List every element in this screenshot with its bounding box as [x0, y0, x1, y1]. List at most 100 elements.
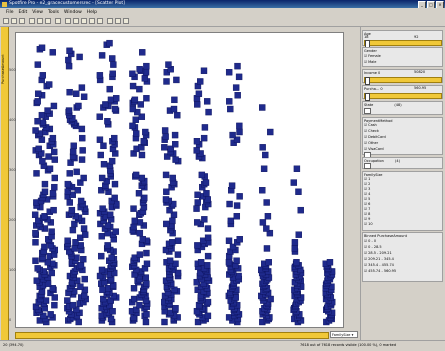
scatter-point[interactable]	[130, 223, 137, 231]
scatter-point[interactable]	[96, 113, 103, 120]
scatter-point[interactable]	[32, 239, 39, 246]
x-axis-slider[interactable]	[15, 332, 329, 339]
scatter-point[interactable]	[234, 92, 241, 99]
scatter-point[interactable]	[99, 286, 106, 294]
scatter-point[interactable]	[264, 213, 272, 220]
scatter-point[interactable]	[263, 199, 270, 206]
scatter-point[interactable]	[203, 98, 211, 105]
scatter-point[interactable]	[33, 170, 40, 177]
bin-checkbox[interactable]: 209.21 - 345.4	[364, 257, 394, 261]
scatter-point[interactable]	[235, 73, 243, 81]
scatter-point[interactable]	[200, 67, 208, 74]
scatter-point[interactable]	[68, 206, 76, 214]
income-range-slider[interactable]	[364, 77, 442, 85]
scatter-point[interactable]	[165, 61, 172, 68]
menu-edit[interactable]: Edit	[19, 10, 28, 15]
scatter-point[interactable]	[141, 194, 148, 202]
scatter-point[interactable]	[99, 205, 106, 212]
scatter-point[interactable]	[233, 257, 240, 264]
scatter-point[interactable]	[44, 107, 51, 114]
scatter-point[interactable]	[161, 127, 169, 134]
payment-debitcard-checkbox[interactable]: DebitCard	[364, 135, 386, 139]
scatter-point[interactable]	[162, 196, 170, 203]
scatter-point[interactable]	[48, 269, 55, 277]
scatter-point[interactable]	[236, 122, 243, 130]
scatter-point[interactable]	[130, 205, 137, 212]
scatter-point[interactable]	[77, 283, 84, 290]
scatter-point[interactable]	[142, 318, 150, 326]
scatter-point[interactable]	[136, 85, 143, 93]
age-range-slider[interactable]	[364, 40, 442, 48]
scatter-point[interactable]	[202, 179, 210, 186]
scatter-point[interactable]	[225, 259, 233, 266]
scatter-point[interactable]	[112, 228, 119, 235]
scatter-point[interactable]	[173, 76, 180, 84]
scatter-point[interactable]	[225, 237, 233, 244]
scatter-point[interactable]	[236, 128, 243, 136]
family-7-checkbox[interactable]: 7	[364, 207, 370, 211]
new-plot-icon[interactable]	[65, 18, 71, 24]
scatter-point[interactable]	[227, 105, 234, 113]
scatter-point[interactable]	[193, 147, 200, 154]
scatter-point[interactable]	[201, 124, 209, 131]
scatter-point[interactable]	[131, 96, 139, 104]
scatter-point[interactable]	[97, 151, 104, 159]
scatter-point[interactable]	[136, 65, 143, 73]
scatter-point[interactable]	[81, 231, 89, 238]
scatter-point[interactable]	[50, 148, 58, 156]
scatter-point[interactable]	[142, 128, 149, 136]
scatter-point[interactable]	[166, 257, 174, 264]
bin-checkbox[interactable]: 455.74 - 560.95	[364, 269, 396, 273]
window2-icon[interactable]	[115, 18, 121, 24]
scatter-point[interactable]	[75, 102, 82, 110]
scatter-point[interactable]	[162, 133, 169, 140]
scatter-point[interactable]	[172, 156, 179, 163]
table-icon[interactable]	[73, 18, 79, 24]
scatter-point[interactable]	[81, 292, 88, 300]
scatter-point[interactable]	[41, 180, 49, 188]
scatter-point[interactable]	[235, 272, 242, 280]
scatter-point[interactable]	[49, 49, 56, 56]
scatter-point[interactable]	[169, 174, 176, 182]
scatter-point[interactable]	[172, 260, 179, 267]
scatter-point[interactable]	[236, 193, 243, 200]
bin-checkbox[interactable]: 0 - 0	[364, 239, 376, 243]
bin-checkbox[interactable]: 28.5 - 209.21	[364, 251, 392, 255]
scatter-point[interactable]	[109, 70, 116, 77]
scatter-point[interactable]	[74, 187, 81, 194]
scatter-point[interactable]	[32, 229, 39, 237]
scatter-point[interactable]	[39, 157, 46, 165]
scatter-point[interactable]	[80, 93, 88, 100]
scatter-point[interactable]	[195, 90, 203, 97]
scatter-point[interactable]	[197, 259, 205, 266]
scatter-point[interactable]	[70, 142, 77, 150]
scatter-point[interactable]	[34, 98, 41, 105]
payment-check-checkbox[interactable]: Check	[364, 129, 379, 133]
scatter-point[interactable]	[106, 85, 113, 93]
scatter-point[interactable]	[34, 265, 41, 272]
paste-icon[interactable]	[37, 18, 43, 24]
scatter-point[interactable]	[39, 72, 47, 79]
scatter-point[interactable]	[66, 170, 73, 177]
scatter-point[interactable]	[73, 90, 80, 97]
scatter-point[interactable]	[64, 237, 71, 244]
scatter-point[interactable]	[46, 165, 54, 172]
scatter-point[interactable]	[263, 245, 271, 252]
state-slider-button[interactable]	[364, 108, 371, 114]
scatter-point[interactable]	[129, 105, 137, 113]
scatter-point[interactable]	[193, 205, 200, 212]
scatter-point[interactable]	[100, 142, 107, 150]
scatter-point[interactable]	[136, 301, 143, 309]
scatter-point[interactable]	[233, 213, 241, 220]
scatter-point[interactable]	[291, 239, 299, 246]
scatter-point[interactable]	[50, 102, 58, 110]
scatter-point[interactable]	[204, 312, 212, 320]
scatter-point[interactable]	[136, 251, 144, 258]
scatter-point[interactable]	[232, 84, 240, 91]
scatter-point[interactable]	[79, 147, 86, 154]
scatter-point[interactable]	[98, 174, 106, 182]
scatter-point[interactable]	[98, 266, 106, 274]
scatter-point[interactable]	[45, 81, 53, 88]
scatter-point[interactable]	[100, 160, 108, 168]
scatter-point[interactable]	[34, 61, 42, 68]
